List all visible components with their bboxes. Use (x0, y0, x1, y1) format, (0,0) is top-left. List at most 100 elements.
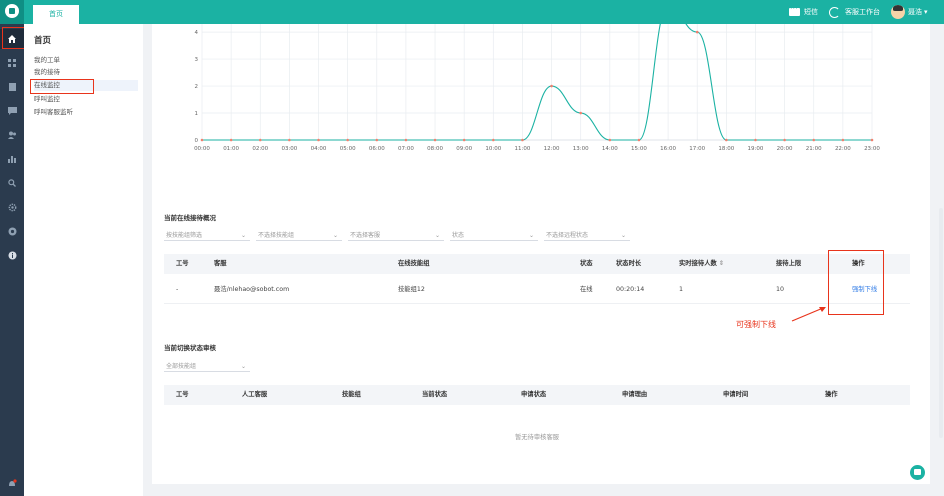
subnav-item-my-tickets[interactable]: 我的工单 (34, 55, 138, 66)
nav-chat[interactable] (0, 101, 24, 121)
filter-status-placeholder: 状态 (452, 232, 465, 239)
chevron-down-icon: ⌄ (240, 363, 246, 370)
audit-group-select[interactable]: 全部技能组 ⌄ (164, 361, 250, 372)
tab-home[interactable]: 首页 (33, 5, 79, 24)
sort-icon: ⇕ (718, 260, 725, 267)
filter-status-select[interactable]: 状态 ⌄ (450, 230, 538, 241)
nav-notifications[interactable] (0, 474, 24, 494)
x-tick-label: 00:00 (194, 146, 210, 152)
x-tick-label: 02:00 (252, 146, 268, 152)
y-tick-label: 4 (195, 30, 199, 36)
data-point (579, 111, 582, 115)
y-tick-label: 3 (195, 57, 199, 63)
col-limit: 接待上限 (776, 260, 802, 267)
avatar (891, 5, 905, 19)
nav-document[interactable] (0, 77, 24, 97)
x-tick-label: 05:00 (340, 146, 356, 152)
user-menu[interactable]: 聂浩 ▾ (891, 0, 928, 24)
data-point (812, 138, 816, 142)
x-tick-label: 08:00 (427, 146, 443, 152)
bar-chart-icon (8, 156, 16, 163)
nav-settings[interactable] (0, 197, 24, 217)
data-point (462, 138, 466, 142)
x-tick-label: 13:00 (573, 146, 589, 152)
cell-realtime: 1 (679, 286, 684, 293)
data-point (375, 138, 379, 142)
data-point (550, 84, 553, 88)
cell-status: 在线 (580, 286, 593, 293)
online-section-title: 当前在线接待概况 (164, 214, 216, 222)
cell-duration: 00:20:14 (616, 286, 645, 293)
caret-down-icon: ▾ (924, 8, 928, 16)
empty-state-text: 暂无待审核客服 (514, 434, 560, 441)
nav-users[interactable] (0, 125, 24, 145)
cell-agent: 聂浩/nlehao@sobot.com (214, 286, 290, 293)
table-row: - 聂浩/nlehao@sobot.com 技能组12 在线 00:20:14 … (164, 280, 910, 304)
x-tick-label: 11:00 (515, 146, 531, 152)
highlight-action-column (828, 250, 884, 315)
grid-icon (8, 59, 16, 67)
filter-skill-group-select[interactable]: 按技能组筛选 ⌄ (164, 230, 250, 241)
series-line (202, 24, 872, 141)
col-id: 工号 (176, 260, 189, 267)
y-tick-label: 0 (195, 138, 199, 144)
scrollbar[interactable] (939, 208, 943, 438)
x-tick-label: 15:00 (631, 146, 647, 152)
x-tick-label: 04:00 (311, 146, 327, 152)
audit-section-title: 当前切换状态审核 (164, 344, 216, 352)
sub-nav: 首页 我的工单 我的接待 在线监控 呼叫监控 呼叫客服监听 (24, 24, 143, 496)
nav-stats[interactable] (0, 149, 24, 169)
audit-col-id: 工号 (176, 391, 189, 398)
gear-icon (8, 203, 16, 211)
annotation-arrow-icon (791, 307, 826, 322)
data-point (492, 138, 495, 142)
nav-search[interactable] (0, 173, 24, 193)
x-tick-label: 16:00 (660, 146, 676, 152)
filter-group-select[interactable]: 不选择技能组 ⌄ (256, 230, 342, 241)
main-content: 0 1 2 3 4 00:00 01:00 02:00 03:00 04:00 05:00 06:00… (152, 24, 930, 484)
audit-col-current-status: 当前状态 (422, 391, 448, 398)
help-circle-icon (8, 227, 16, 235)
data-point (433, 138, 437, 142)
nav-grid[interactable] (0, 53, 24, 73)
chevron-down-icon: ⌄ (240, 232, 246, 239)
float-chat-button[interactable] (910, 465, 925, 480)
x-tick-label: 23:00 (864, 146, 880, 152)
x-tick-label: 17:00 (689, 146, 705, 152)
filter-remote-status-select[interactable]: 不选择远程状态 ⌄ (544, 230, 630, 241)
data-point (754, 138, 757, 142)
subnav-item-call-listen[interactable]: 呼叫客服监听 (34, 107, 138, 118)
user-name: 聂浩 (908, 8, 922, 16)
top-bar: 首页 短信 客服工作台 聂浩 ▾ (0, 0, 944, 24)
col-realtime-count-label: 实时接待人数 (679, 260, 717, 267)
col-duration: 状态时长 (616, 260, 642, 267)
bell-icon (9, 479, 17, 486)
x-tick-label: 19:00 (748, 146, 764, 152)
workspace-button[interactable]: 客服工作台 (829, 0, 880, 24)
audit-col-group: 技能组 (342, 391, 361, 398)
data-point (695, 30, 699, 34)
x-tick-label: 18:00 (718, 146, 734, 152)
sms-button[interactable]: 短信 (789, 0, 818, 24)
col-status: 状态 (580, 260, 593, 267)
info-circle-icon (8, 251, 16, 259)
col-realtime-count[interactable]: 实时接待人数 ⇕ (679, 254, 724, 274)
highlight-online-monitor (30, 79, 94, 94)
workspace-icon (829, 6, 840, 18)
subnav-item-call-monitor[interactable]: 呼叫监控 (34, 94, 138, 105)
filter-remote-status-placeholder: 不选择远程状态 (546, 232, 589, 239)
subnav-item-my-reception[interactable]: 我的接待 (34, 67, 138, 78)
nav-info[interactable] (0, 245, 24, 265)
workspace-label: 客服工作台 (845, 8, 880, 16)
data-point (725, 138, 728, 142)
chevron-down-icon: ⌄ (332, 232, 338, 239)
filter-agent-select[interactable]: 不选择客服 ⌄ (348, 230, 444, 241)
users-icon (7, 131, 16, 139)
x-tick-label: 12:00 (544, 146, 560, 152)
annotation-text: 可强制下线 (736, 320, 776, 329)
nav-help[interactable] (0, 221, 24, 241)
chevron-down-icon: ⌄ (434, 232, 440, 239)
data-point (637, 138, 641, 142)
chat-icon (7, 107, 17, 115)
col-group: 在线技能组 (398, 260, 430, 267)
